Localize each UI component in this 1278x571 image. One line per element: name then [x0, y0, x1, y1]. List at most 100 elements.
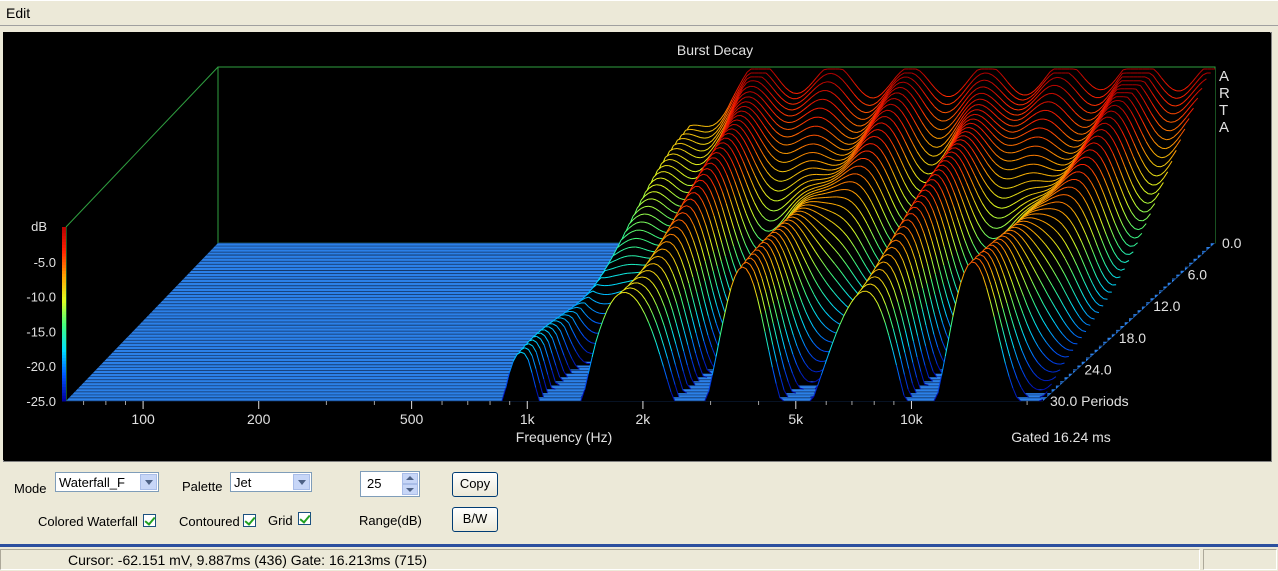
waterfall-segment [1176, 97, 1181, 99]
waterfall-segment [628, 246, 633, 249]
waterfall-segment [1011, 151, 1016, 154]
waterfall-segment [793, 92, 798, 94]
waterfall-segment [690, 192, 695, 194]
waterfall-segment [561, 314, 566, 316]
waterfall-segment [928, 164, 933, 166]
waterfall-segment [1091, 104, 1096, 106]
waterfall-segment [1031, 217, 1036, 219]
waterfall-segment [813, 152, 818, 154]
waterfall-segment [701, 125, 706, 127]
waterfall-segment [965, 131, 970, 133]
waterfall-segment [1103, 298, 1108, 300]
menu-edit[interactable]: Edit [6, 5, 30, 21]
waterfall-segment [787, 143, 792, 146]
waterfall-segment [810, 134, 815, 137]
waterfall-segment [823, 177, 828, 180]
waterfall-segment [813, 143, 818, 145]
waterfall-segment [699, 179, 703, 182]
waterfall-segment [1029, 180, 1034, 182]
waterfall-chart[interactable]: Burst Decay dB Frequency (Hz) Gated 16.2… [3, 32, 1270, 460]
waterfall-segment [1089, 149, 1093, 151]
waterfall-segment [635, 246, 640, 249]
waterfall-segment [607, 293, 612, 295]
waterfall-segment [608, 284, 613, 286]
waterfall-segment [992, 237, 997, 240]
waterfall-segment [773, 209, 778, 212]
waterfall-segment [913, 206, 917, 209]
waterfall-segment [691, 170, 696, 173]
waterfall-segment [1170, 121, 1175, 123]
waterfall-segment [942, 111, 946, 114]
waterfall-segment [1035, 127, 1040, 129]
waterfall-segment [809, 204, 814, 206]
waterfall-segment [1111, 104, 1116, 107]
waterfall-segment [816, 167, 821, 170]
waterfall-segment [704, 137, 709, 139]
waterfall-segment [673, 153, 677, 155]
waterfall-segment [1009, 131, 1013, 133]
waterfall-segment [656, 177, 661, 180]
waterfall-segment [1123, 96, 1128, 98]
waterfall-segment [827, 81, 832, 83]
waterfall-segment [689, 124, 694, 127]
waterfall-segment [783, 128, 788, 130]
waterfall-segment [1006, 187, 1011, 189]
waterfall-segment [837, 189, 841, 191]
waterfall-segment [1161, 156, 1166, 159]
menu-divider [0, 25, 1278, 26]
waterfall-segment [1073, 146, 1078, 148]
waterfall-segment [1019, 99, 1023, 101]
waterfall-segment [975, 104, 979, 106]
waterfall-segment [1015, 223, 1020, 226]
waterfall-segment [789, 216, 793, 218]
waterfall-segment [765, 230, 770, 232]
waterfall-segment [827, 173, 832, 176]
waterfall-segment [1026, 163, 1031, 166]
waterfall-segment [1048, 101, 1053, 103]
waterfall-segment [1001, 207, 1006, 209]
waterfall-segment [844, 181, 849, 183]
waterfall-segment [878, 122, 883, 124]
waterfall-segment [1039, 208, 1044, 211]
waterfall-segment [828, 202, 833, 205]
waterfall-segment [1019, 220, 1024, 223]
waterfall-segment [700, 137, 705, 139]
waterfall-segment [827, 72, 832, 75]
waterfall-segment [1043, 185, 1048, 188]
waterfall-segment [1091, 111, 1095, 114]
waterfall-segment [865, 111, 870, 114]
waterfall-segment [992, 68, 997, 70]
waterfall-segment [1059, 194, 1064, 196]
waterfall-segment [1051, 201, 1056, 204]
waterfall-segment [1010, 226, 1015, 229]
waterfall-segment [1166, 138, 1171, 141]
waterfall-segment [707, 162, 712, 165]
waterfall-segment [792, 103, 797, 105]
waterfall-segment [573, 306, 577, 309]
waterfall-segment [818, 193, 822, 196]
waterfall-segment [831, 168, 836, 171]
waterfall-segment [853, 131, 857, 133]
waterfall-segment [1048, 175, 1053, 177]
waterfall-segment [648, 205, 653, 208]
waterfall-segment [1018, 108, 1023, 111]
waterfall-segment [899, 86, 904, 89]
waterfall-segment [1098, 129, 1103, 131]
waterfall-segment [600, 302, 604, 305]
waterfall-segment [819, 178, 824, 180]
waterfall-segment [1030, 145, 1035, 148]
waterfall-segment [632, 237, 637, 240]
waterfall-segment [956, 143, 961, 145]
waterfall-segment [639, 229, 644, 232]
waterfall-segment [782, 170, 787, 173]
waterfall-segment [808, 174, 813, 176]
waterfall-segment [848, 143, 853, 145]
waterfall-segment [818, 98, 823, 101]
waterfall-segment [993, 227, 998, 229]
waterfall-segment [700, 130, 705, 133]
waterfall-segment [818, 116, 823, 119]
waterfall-segment [564, 314, 569, 316]
waterfall-segment [1056, 76, 1061, 79]
waterfall-segment [745, 101, 750, 103]
waterfall-segment [696, 156, 701, 159]
